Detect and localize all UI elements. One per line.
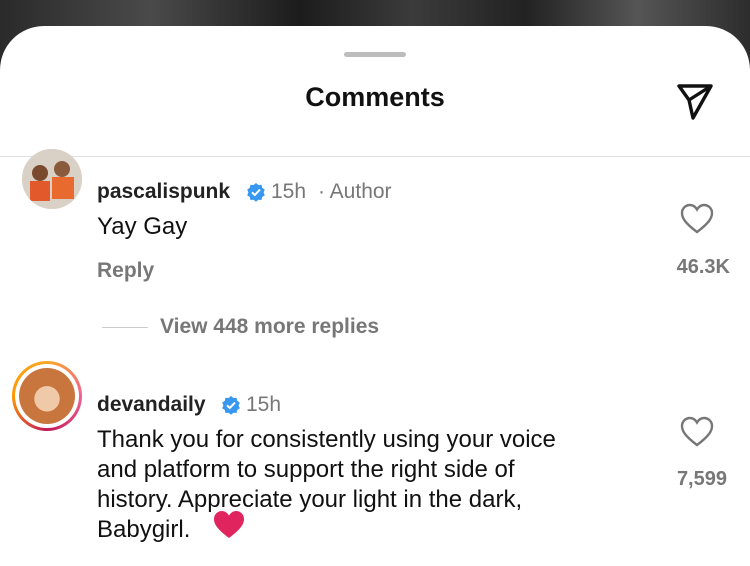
header-divider xyxy=(0,156,750,157)
send-icon[interactable] xyxy=(673,78,717,122)
comment-text-line: Thank you for consistently using your vo… xyxy=(97,426,556,453)
comment-time: 15h xyxy=(246,393,282,416)
sheet-title: Comments xyxy=(305,82,445,112)
verified-badge-icon xyxy=(222,396,240,415)
view-more-replies-button[interactable]: View 448 more replies xyxy=(160,315,379,339)
avatar xyxy=(19,368,75,424)
comment-username[interactable]: pascalispunk xyxy=(97,180,230,204)
heart-icon[interactable] xyxy=(680,416,714,448)
comment-text-line: and platform to support the right side o… xyxy=(97,456,515,483)
verified-badge-icon xyxy=(247,183,265,202)
story-ring[interactable] xyxy=(12,361,82,431)
comment-username[interactable]: devandaily xyxy=(97,393,206,417)
avatar[interactable] xyxy=(22,149,82,209)
comment-text: Yay Gay xyxy=(97,213,188,240)
comment-time: 15h xyxy=(271,180,307,203)
drag-handle[interactable] xyxy=(344,52,406,57)
like-count: 46.3K xyxy=(676,256,730,278)
comment-text-line: history. Appreciate your light in the da… xyxy=(97,486,523,513)
replies-divider xyxy=(102,327,148,328)
author-label: · Author xyxy=(318,180,392,203)
reply-button[interactable]: Reply xyxy=(97,259,154,283)
heart-icon[interactable] xyxy=(680,203,714,235)
comment-text-line: Babygirl. xyxy=(97,516,191,543)
like-count: 7,599 xyxy=(676,468,727,490)
